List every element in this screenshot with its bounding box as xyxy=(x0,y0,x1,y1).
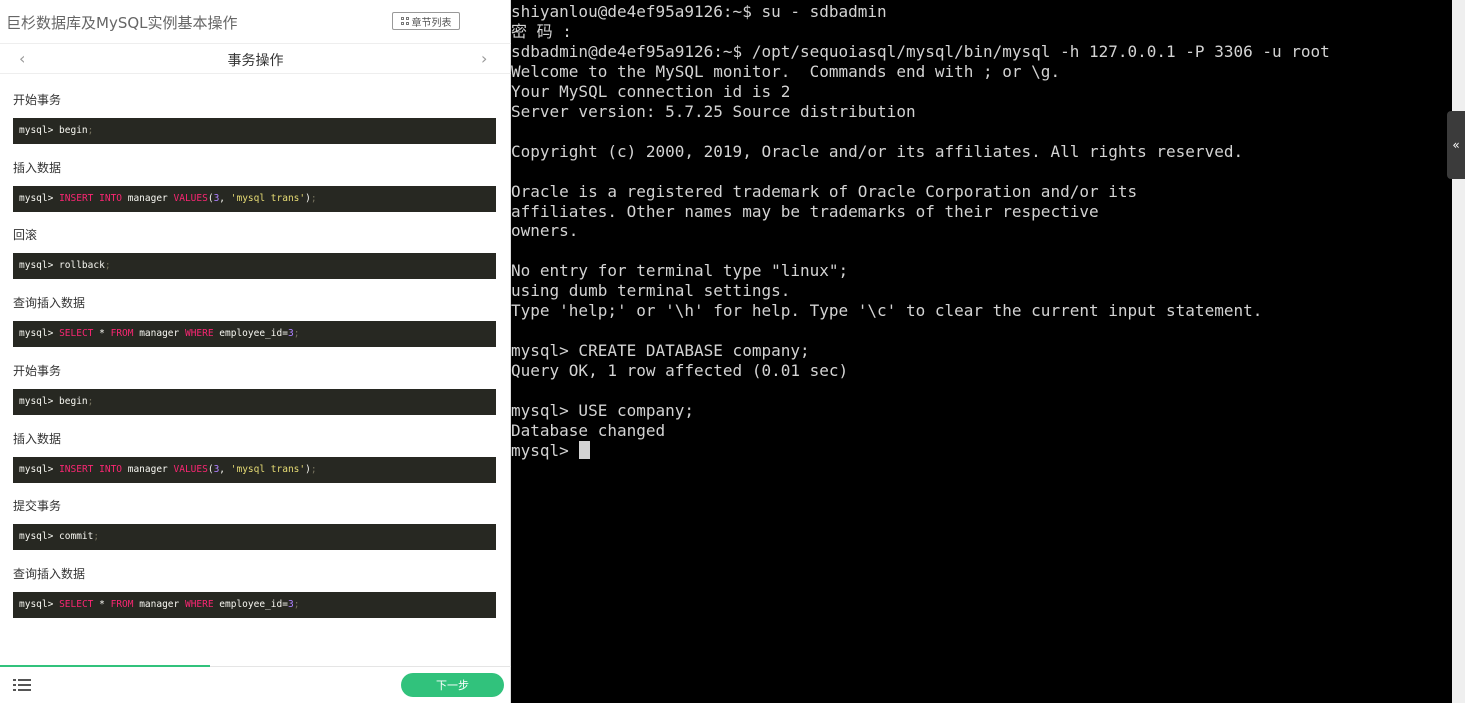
code-prompt: mysql> xyxy=(19,598,54,610)
terminal-line: owners. xyxy=(511,221,579,241)
grid-icon xyxy=(400,17,409,25)
code-prompt: mysql> xyxy=(19,192,54,204)
section-label: 提交事务 xyxy=(13,499,62,514)
section-label: 插入数据 xyxy=(13,431,62,446)
terminal-line: Welcome to the MySQL monitor. Commands e… xyxy=(511,61,1061,81)
terminal-cursor xyxy=(579,440,591,459)
section-label: 开始事务 xyxy=(13,363,62,378)
terminal-line: No entry for terminal type "linux"; xyxy=(511,261,849,281)
code-block[interactable]: mysql> begin; xyxy=(13,388,496,415)
terminal-line: using dumb terminal settings. xyxy=(511,281,791,301)
code-block[interactable]: mysql> begin; xyxy=(13,118,496,144)
code-prompt: mysql> xyxy=(19,260,54,272)
step-navigation: ‹ 事务操作 › xyxy=(0,44,511,74)
next-step-button[interactable]: 下一步 xyxy=(401,673,504,697)
code-text: rollback; xyxy=(53,260,111,272)
code-text: begin; xyxy=(53,395,94,407)
terminal-line: mysql> xyxy=(511,440,591,461)
terminal-line: shiyanlou@de4ef95a9126:~$ su - sdbadmin xyxy=(511,2,887,21)
code-block[interactable]: mysql> rollback; xyxy=(13,253,496,280)
section-label: 回滚 xyxy=(13,228,38,243)
code-prompt: mysql> xyxy=(19,328,54,340)
terminal-line: Server version: 5.7.25 Source distributi… xyxy=(511,101,916,121)
code-text: commit; xyxy=(53,531,100,543)
panel-footer: 下一步 xyxy=(0,665,511,703)
terminal-line: Oracle is a registered trademark of Orac… xyxy=(511,181,1138,201)
terminal-line: Database changed xyxy=(511,420,666,440)
tutorial-panel: 巨杉数据库及MySQL实例基本操作 章节列表 ‹ 事务操作 › 开始事务 mysq… xyxy=(0,0,511,703)
code-prompt: mysql> xyxy=(19,531,54,543)
terminal-line: Query OK, 1 row affected (0.01 sec) xyxy=(511,361,849,381)
course-title: 巨杉数据库及MySQL实例基本操作 xyxy=(6,14,238,32)
terminal-line: 密 码 : xyxy=(511,21,572,41)
course-header: 巨杉数据库及MySQL实例基本操作 章节列表 xyxy=(0,0,511,44)
section-label: 查询插入数据 xyxy=(13,296,86,311)
terminal-line: affiliates. Other names may be trademark… xyxy=(511,201,1099,221)
terminal-line: Your MySQL connection id is 2 xyxy=(511,81,791,101)
code-block[interactable]: mysql> SELECT * FROM manager WHERE emplo… xyxy=(13,321,496,348)
code-text: begin; xyxy=(53,125,94,136)
code-prompt: mysql> xyxy=(19,395,54,407)
next-step-icon[interactable]: › xyxy=(481,49,487,68)
step-title: 事务操作 xyxy=(227,53,284,69)
terminal-line: Copyright (c) 2000, 2019, Oracle and/or … xyxy=(511,141,1244,161)
section-label: 插入数据 xyxy=(13,160,62,175)
code-block[interactable]: mysql> commit; xyxy=(13,524,496,551)
terminal-line: Type 'help;' or '\h' for help. Type '\c'… xyxy=(511,301,1263,321)
code-block[interactable]: mysql> SELECT * FROM manager WHERE emplo… xyxy=(13,591,496,618)
terminal-line: mysql> CREATE DATABASE company; xyxy=(511,341,810,361)
code-text: SELECT * FROM manager WHERE employee_id=… xyxy=(59,598,300,610)
terminal[interactable]: shiyanlou@de4ef95a9126:~$ su - sdbadmin 密… xyxy=(511,0,1452,703)
code-text: INSERT INTO manager VALUES(3, 'mysql tra… xyxy=(59,463,317,475)
terminal-line: sdbadmin@de4ef95a9126:~$ /opt/sequoiasql… xyxy=(511,41,1330,61)
code-prompt: mysql> xyxy=(19,463,54,475)
code-text: INSERT INTO manager VALUES(3, 'mysql tra… xyxy=(59,192,317,204)
code-block[interactable]: mysql> INSERT INTO manager VALUES(3, 'my… xyxy=(13,456,496,483)
right-sidebar xyxy=(1452,0,1465,703)
list-icon[interactable] xyxy=(13,679,31,692)
chapter-list-label: 章节列表 xyxy=(411,17,452,29)
code-block[interactable]: mysql> INSERT INTO manager VALUES(3, 'my… xyxy=(13,185,496,212)
code-text: SELECT * FROM manager WHERE employee_id=… xyxy=(59,328,300,340)
progress-bar xyxy=(0,665,210,667)
section-label: 查询插入数据 xyxy=(13,566,86,581)
chapter-list-button[interactable]: 章节列表 xyxy=(392,12,460,30)
collapse-panel-button[interactable]: « xyxy=(1447,111,1465,179)
code-prompt: mysql> xyxy=(19,125,54,136)
section-label: 开始事务 xyxy=(13,93,62,107)
terminal-line: mysql> USE company; xyxy=(511,401,695,420)
